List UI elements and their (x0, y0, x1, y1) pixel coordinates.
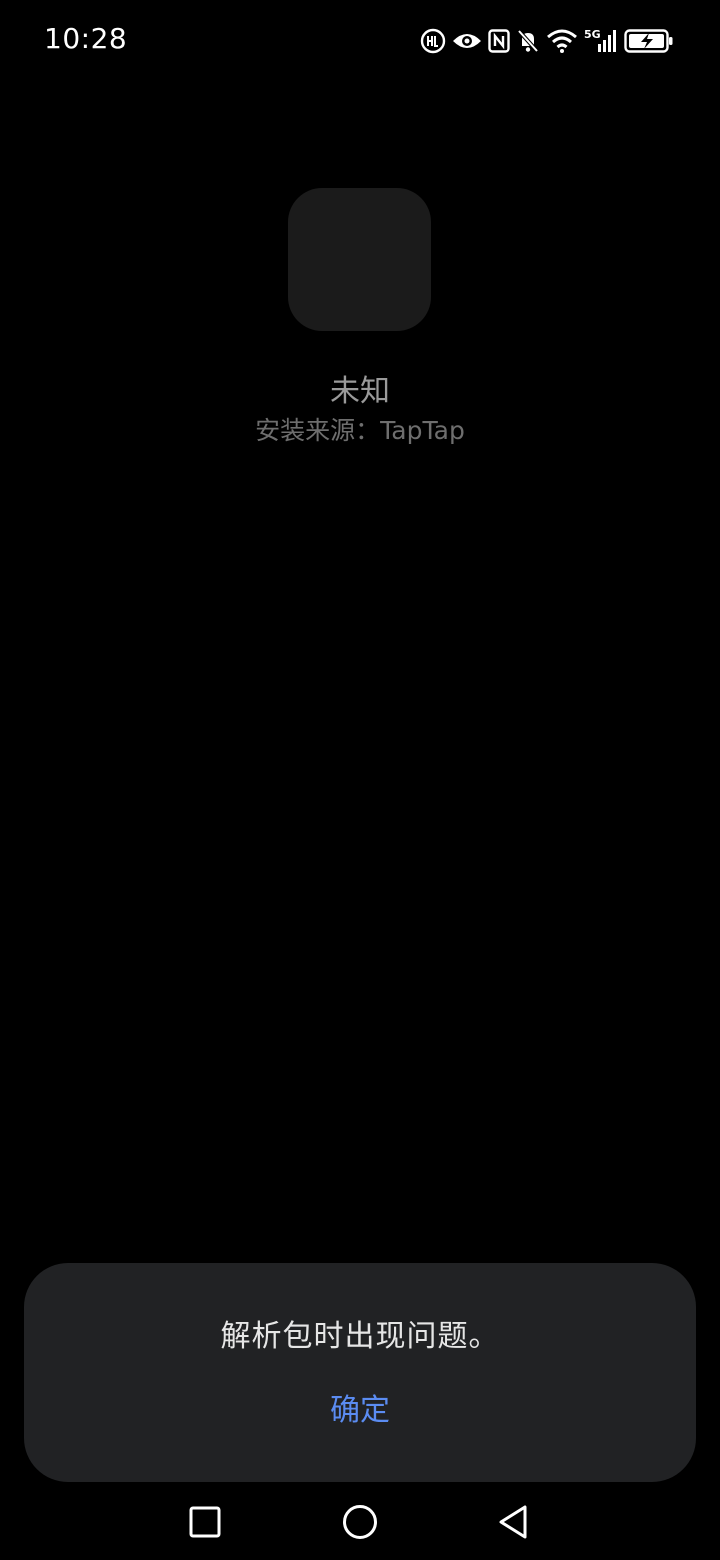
signal-5g-icon: 5G (584, 28, 616, 52)
svg-text:5G: 5G (584, 28, 601, 41)
confirm-button[interactable]: 确定 (280, 1381, 440, 1441)
home-button[interactable] (336, 1498, 384, 1546)
navigation-bar (0, 1484, 720, 1560)
home-circle-icon (343, 1505, 377, 1539)
status-time: 10:28 (44, 22, 128, 55)
app-icon-placeholder (288, 188, 431, 331)
recents-square-icon (189, 1506, 221, 1538)
installer-screen: 10:28 5G 未知 安装来源：TapTap 解析包时出现问题。 确定 (0, 0, 720, 1560)
install-source: 安装来源：TapTap (255, 416, 465, 445)
hd-call-icon (420, 28, 446, 54)
battery-charging-icon (624, 29, 673, 53)
wifi-icon (547, 29, 577, 53)
eye-icon (453, 34, 481, 48)
dialog-message: 解析包时出现问题。 (220, 1319, 500, 1354)
parse-error-dialog: 解析包时出现问题。 确定 (24, 1263, 696, 1482)
back-triangle-icon (499, 1505, 527, 1539)
nfc-icon (488, 29, 510, 53)
bell-off-icon (517, 29, 539, 53)
status-icons: 5G (420, 26, 674, 56)
recents-button[interactable] (181, 1498, 229, 1546)
back-button[interactable] (489, 1498, 537, 1546)
app-name: 未知 (330, 374, 390, 409)
status-bar: 10:28 5G (0, 0, 720, 84)
